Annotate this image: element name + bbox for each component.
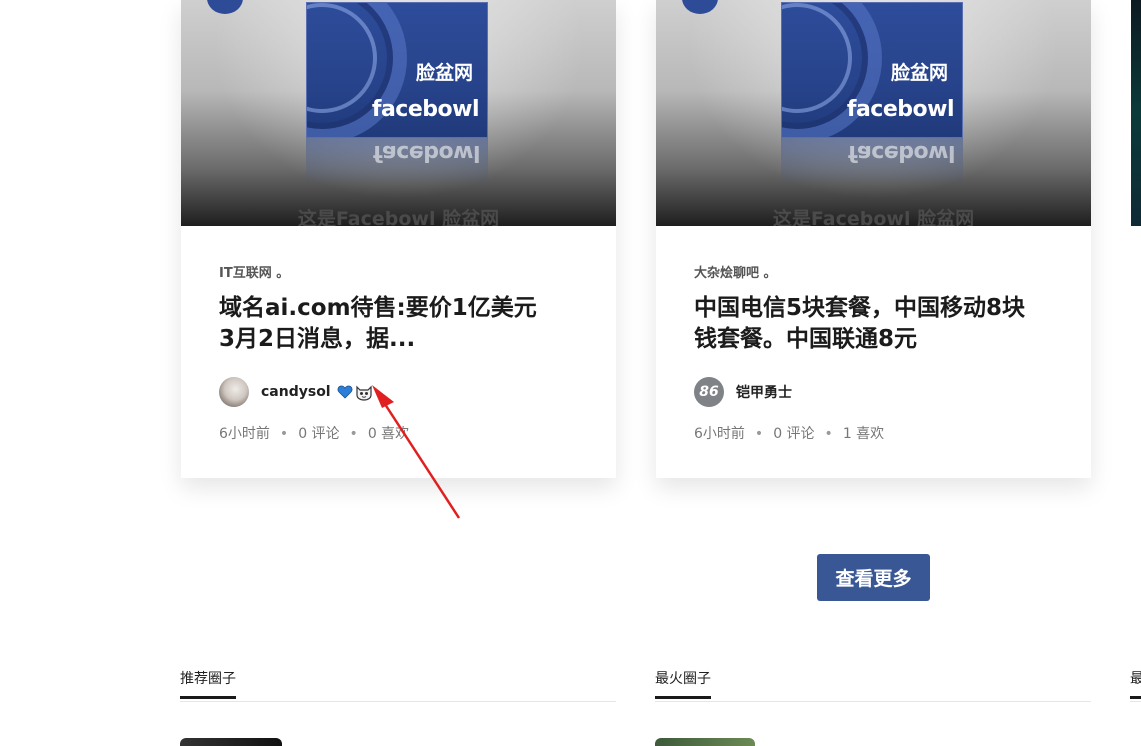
logo-reflection: facebowl — [306, 138, 488, 186]
post-meta: 6小时前 • 0 评论 • 0 喜欢 — [219, 426, 410, 442]
post-author: candysol — [219, 376, 373, 408]
next-card-thumbnail-edge — [1131, 0, 1141, 226]
post-card[interactable]: 脸盆网 facebowl facebowl 这是Facebowl 脸盆网 IT互… — [181, 0, 616, 478]
author-avatar[interactable] — [219, 377, 249, 407]
like-count[interactable]: 1 喜欢 — [843, 426, 884, 442]
post-title-link[interactable]: 中国电信5块套餐，中国移动8块 钱套餐。中国联通8元 — [694, 293, 1061, 355]
post-time: 6小时前 — [694, 426, 745, 442]
post-meta: 6小时前 • 0 评论 • 1 喜欢 — [694, 426, 885, 442]
author-name-link[interactable]: candysol — [261, 384, 331, 400]
facebowl-logo-image: 脸盆网 facebowl — [306, 2, 488, 138]
image-caption: 这是Facebowl 脸盆网 — [297, 208, 500, 226]
circle-thumbnail[interactable] — [180, 738, 282, 746]
like-count[interactable]: 0 喜欢 — [368, 426, 409, 442]
post-body: 大杂烩聊吧 。 中国电信5块套餐，中国移动8块 钱套餐。中国联通8元 86 铠甲… — [694, 262, 1061, 442]
section-hottest-circles: 最火圈子 — [655, 668, 1091, 702]
logo-reflection: facebowl — [781, 138, 963, 186]
section-recommended-circles: 推荐圈子 — [180, 668, 616, 702]
circle-thumbnail[interactable] — [655, 738, 755, 746]
tab-third-circles[interactable]: 最 — [1130, 668, 1141, 699]
post-category-link[interactable]: IT互联网 。 — [219, 262, 586, 281]
tab-hottest-circles[interactable]: 最火圈子 — [655, 668, 711, 699]
post-author: 86 铠甲勇士 — [694, 376, 792, 408]
post-body: IT互联网 。 域名ai.com待售:要价1亿美元 3月2日消息，据... ca… — [219, 262, 586, 442]
comment-count[interactable]: 0 评论 — [298, 426, 339, 442]
load-more-button[interactable]: 查看更多 — [817, 554, 930, 601]
section-third-circles: 最 — [1130, 668, 1141, 702]
blue-heart-icon — [337, 385, 353, 399]
author-avatar[interactable]: 86 — [694, 377, 724, 407]
author-name-link[interactable]: 铠甲勇士 — [736, 382, 792, 402]
facebowl-logo-image: 脸盆网 facebowl — [781, 2, 963, 138]
post-thumbnail[interactable]: 脸盆网 facebowl facebowl 这是Facebowl 脸盆网 — [181, 0, 616, 226]
post-time: 6小时前 — [219, 426, 270, 442]
tab-recommended-circles[interactable]: 推荐圈子 — [180, 668, 236, 699]
cat-face-icon — [356, 385, 372, 401]
comment-count[interactable]: 0 评论 — [773, 426, 814, 442]
post-category-link[interactable]: 大杂烩聊吧 。 — [694, 262, 1061, 281]
post-thumbnail[interactable]: 脸盆网 facebowl facebowl 这是Facebowl 脸盆网 — [656, 0, 1091, 226]
post-card[interactable]: 脸盆网 facebowl facebowl 这是Facebowl 脸盆网 大杂烩… — [656, 0, 1091, 478]
post-title-link[interactable]: 域名ai.com待售:要价1亿美元 3月2日消息，据... — [219, 293, 586, 355]
image-caption: 这是Facebowl 脸盆网 — [772, 208, 975, 226]
